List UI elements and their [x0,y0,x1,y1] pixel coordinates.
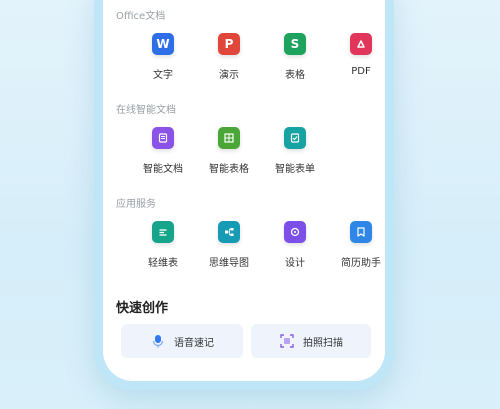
office-item-pdf[interactable]: PDF [328,33,385,77]
smart-table-icon [218,127,240,149]
services-item-label: 简历助手 [341,258,381,269]
services-item-label: 设计 [285,258,305,269]
services-grid: 轻维表 思维导图 设计 简历助手 [103,221,385,281]
quick-create-title: 快速创作 [116,301,169,316]
presentation-icon: P [218,33,240,55]
office-item-label: 演示 [219,70,239,81]
services-item-mind-map[interactable]: 思维导图 [196,221,262,269]
online-item-label: 智能表格 [209,164,249,175]
phone-frame: Office文档 W 文字 P 演示 S 表格 PDF 在线智能文档 智能文档 … [94,0,394,390]
app-screen: Office文档 W 文字 P 演示 S 表格 PDF 在线智能文档 智能文档 … [103,0,385,381]
photo-scan-button[interactable]: 拍照扫描 [251,324,371,358]
services-item-light-table[interactable]: 轻维表 [130,221,196,269]
office-item-label: 文字 [153,70,173,81]
online-item-smart-table[interactable]: 智能表格 [196,127,262,175]
voice-note-label: 语音速记 [174,337,214,349]
resume-icon [350,221,372,243]
microphone-icon [150,333,166,349]
services-item-design[interactable]: 设计 [262,221,328,269]
word-icon: W [152,33,174,55]
section-title-office: Office文档 [116,11,166,22]
online-item-label: 智能文档 [143,164,183,175]
office-item-label: PDF [351,66,371,77]
online-grid: 智能文档 智能表格 智能表单 [103,127,385,187]
office-item-word[interactable]: W 文字 [130,33,196,81]
section-title-online: 在线智能文档 [116,105,176,116]
smart-form-icon [284,127,306,149]
smart-doc-icon [152,127,174,149]
online-item-smart-doc[interactable]: 智能文档 [130,127,196,175]
online-item-label: 智能表单 [275,164,315,175]
services-item-label: 轻维表 [148,258,178,269]
office-item-spreadsheet[interactable]: S 表格 [262,33,328,81]
services-item-label: 思维导图 [209,258,249,269]
scan-icon [279,333,295,349]
design-icon [284,221,306,243]
office-item-label: 表格 [285,70,305,81]
light-table-icon [152,221,174,243]
spreadsheet-icon: S [284,33,306,55]
office-grid: W 文字 P 演示 S 表格 PDF [103,33,385,93]
services-item-resume[interactable]: 简历助手 [328,221,385,269]
pdf-icon [350,33,372,55]
mind-map-icon [218,221,240,243]
photo-scan-label: 拍照扫描 [303,337,343,349]
section-title-services: 应用服务 [116,199,156,210]
office-item-presentation[interactable]: P 演示 [196,33,262,81]
online-item-smart-form[interactable]: 智能表单 [262,127,328,175]
voice-note-button[interactable]: 语音速记 [121,324,243,358]
